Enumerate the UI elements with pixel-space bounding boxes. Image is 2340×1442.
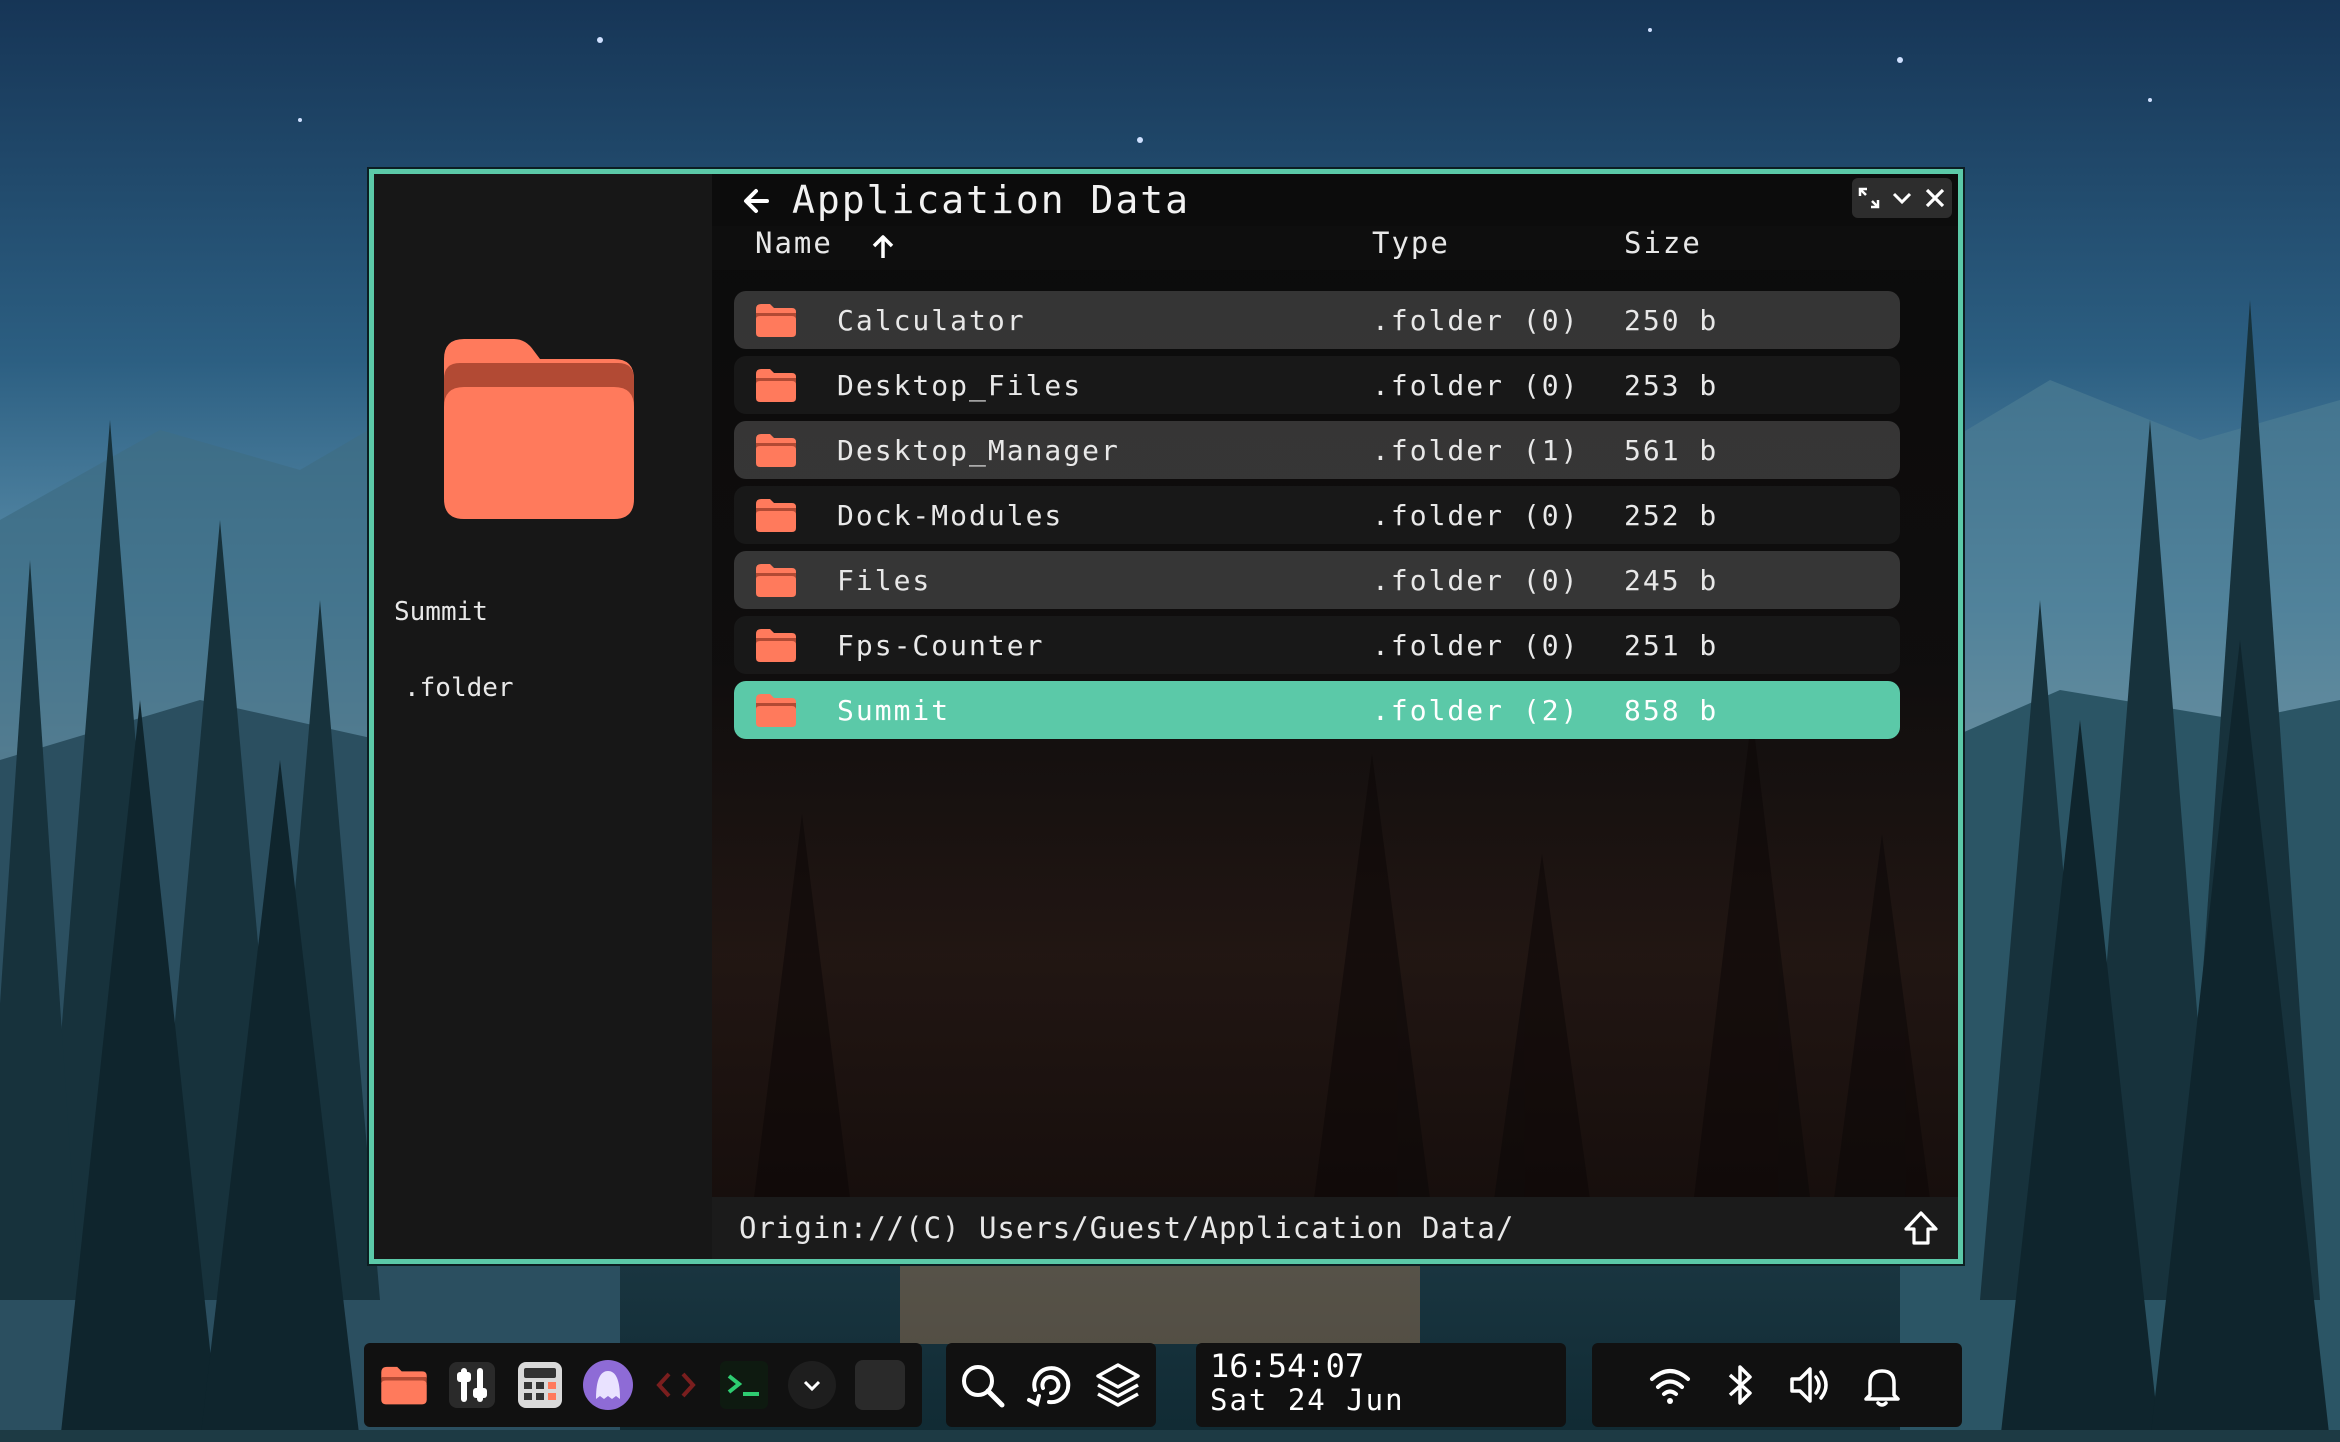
preview-name: Summit xyxy=(394,597,488,627)
calculator-app-button[interactable] xyxy=(512,1357,568,1413)
file-row-files[interactable]: Files .folder (0) 245 b xyxy=(734,551,1900,609)
file-name: Fps-Counter xyxy=(837,628,1045,662)
file-size: 253 b xyxy=(1624,368,1719,402)
empty-slot-placeholder xyxy=(855,1360,905,1410)
dock-expand-button[interactable] xyxy=(784,1357,840,1413)
dock-clock[interactable]: 16:54:07 Sat 24 Jun xyxy=(1196,1343,1566,1427)
close-button[interactable] xyxy=(1921,184,1949,212)
clock-time: 16:54:07 xyxy=(1210,1347,1365,1385)
file-size: 858 b xyxy=(1624,693,1719,727)
volume-button[interactable] xyxy=(1782,1357,1838,1413)
file-size: 251 b xyxy=(1624,628,1719,662)
file-row-fps-counter[interactable]: Fps-Counter .folder (0) 251 b xyxy=(734,616,1900,674)
dock-apps xyxy=(364,1343,922,1427)
folder-icon xyxy=(756,369,796,402)
file-type: .folder (0) xyxy=(1372,498,1580,532)
file-name: Desktop_Manager xyxy=(837,433,1120,467)
refresh-icon xyxy=(1027,1366,1071,1407)
minimize-button[interactable] xyxy=(1888,184,1916,212)
path-bar: Origin://(C) Users/Guest/Application Dat… xyxy=(712,1197,1958,1259)
code-editor-icon xyxy=(656,1372,696,1398)
file-type: .folder (1) xyxy=(1372,433,1580,467)
close-icon xyxy=(1926,188,1945,208)
folder-icon xyxy=(756,629,796,662)
empty-dock-slot[interactable] xyxy=(852,1357,908,1413)
file-type: .folder (0) xyxy=(1372,563,1580,597)
file-name: Summit xyxy=(837,693,951,727)
code-editor-button[interactable] xyxy=(648,1357,704,1413)
settings-app-button[interactable] xyxy=(444,1357,500,1413)
file-name: Desktop_Files xyxy=(837,368,1083,402)
volume-icon xyxy=(1790,1367,1828,1403)
bluetooth-button[interactable] xyxy=(1712,1357,1768,1413)
folder-icon xyxy=(756,564,796,597)
file-manager-window: Summit .folder Application Data Name Typ… xyxy=(369,169,1963,1264)
current-path[interactable]: Origin://(C) Users/Guest/Application Dat… xyxy=(739,1211,1514,1245)
chevron-down-icon xyxy=(1892,192,1912,205)
back-arrow-icon[interactable] xyxy=(739,184,773,218)
bell-icon xyxy=(1864,1369,1900,1407)
column-size-header[interactable]: Size xyxy=(1624,226,1702,260)
folder-icon xyxy=(756,694,796,727)
sort-ascending-icon[interactable] xyxy=(870,234,896,260)
file-row-desktop-files[interactable]: Desktop_Files .folder (0) 253 b xyxy=(734,356,1900,414)
window-controls xyxy=(1852,178,1952,218)
wifi-icon xyxy=(1650,1369,1690,1404)
file-row-dock-modules[interactable]: Dock-Modules .folder (0) 252 b xyxy=(734,486,1900,544)
file-list-pane: Application Data Name Type Size Calculat… xyxy=(712,174,1958,1259)
settings-sliders-icon xyxy=(449,1362,495,1408)
chevron-down-icon xyxy=(788,1361,836,1409)
file-size: 250 b xyxy=(1624,303,1719,337)
clock-date: Sat 24 Jun xyxy=(1210,1383,1405,1417)
layers-button[interactable] xyxy=(1090,1357,1146,1413)
notifications-button[interactable] xyxy=(1854,1357,1910,1413)
wifi-button[interactable] xyxy=(1642,1357,1698,1413)
files-app-button[interactable] xyxy=(376,1357,432,1413)
file-type: .folder (0) xyxy=(1372,368,1580,402)
file-row-calculator[interactable]: Calculator .folder (0) 250 b xyxy=(734,291,1900,349)
column-type-header[interactable]: Type xyxy=(1372,226,1450,260)
file-row-desktop-manager[interactable]: Desktop_Manager .folder (1) 561 b xyxy=(734,421,1900,479)
search-button[interactable] xyxy=(954,1357,1010,1413)
file-type: .folder (2) xyxy=(1372,693,1580,727)
terminal-button[interactable] xyxy=(716,1357,772,1413)
column-name-header[interactable]: Name xyxy=(755,226,833,260)
files-app-icon xyxy=(381,1366,427,1405)
preview-type: .folder xyxy=(404,673,514,703)
file-list: Calculator .folder (0) 250 b Desktop_Fil… xyxy=(734,291,1900,746)
dock-tools xyxy=(946,1343,1156,1427)
window-title: Application Data xyxy=(792,178,1191,222)
file-name: Dock-Modules xyxy=(837,498,1064,532)
file-name: Files xyxy=(837,563,932,597)
refresh-button[interactable] xyxy=(1022,1357,1078,1413)
search-icon xyxy=(962,1365,1005,1408)
folder-preview-icon xyxy=(444,339,634,519)
folder-icon xyxy=(756,304,796,337)
calculator-icon xyxy=(518,1362,562,1408)
parent-directory-icon[interactable] xyxy=(1902,1209,1940,1247)
file-name: Calculator xyxy=(837,303,1026,337)
file-size: 245 b xyxy=(1624,563,1719,597)
resize-button[interactable] xyxy=(1855,184,1883,212)
folder-icon xyxy=(756,499,796,532)
file-row-summit[interactable]: Summit .folder (2) 858 b xyxy=(734,681,1900,739)
preview-pane: Summit .folder xyxy=(374,174,712,1259)
dock-status xyxy=(1592,1343,1962,1427)
resize-icon xyxy=(1858,187,1879,209)
file-size: 561 b xyxy=(1624,433,1719,467)
bluetooth-icon xyxy=(1728,1365,1752,1405)
window-titlebar: Application Data xyxy=(712,174,1958,226)
ghost-app-icon xyxy=(583,1360,633,1410)
background-trees xyxy=(752,714,1932,1214)
layers-icon xyxy=(1096,1363,1140,1407)
column-header: Name Type Size xyxy=(712,226,1958,270)
folder-icon xyxy=(756,434,796,467)
file-size: 252 b xyxy=(1624,498,1719,532)
terminal-icon xyxy=(720,1361,768,1409)
file-type: .folder (0) xyxy=(1372,628,1580,662)
ghost-app-button[interactable] xyxy=(580,1357,636,1413)
file-type: .folder (0) xyxy=(1372,303,1580,337)
